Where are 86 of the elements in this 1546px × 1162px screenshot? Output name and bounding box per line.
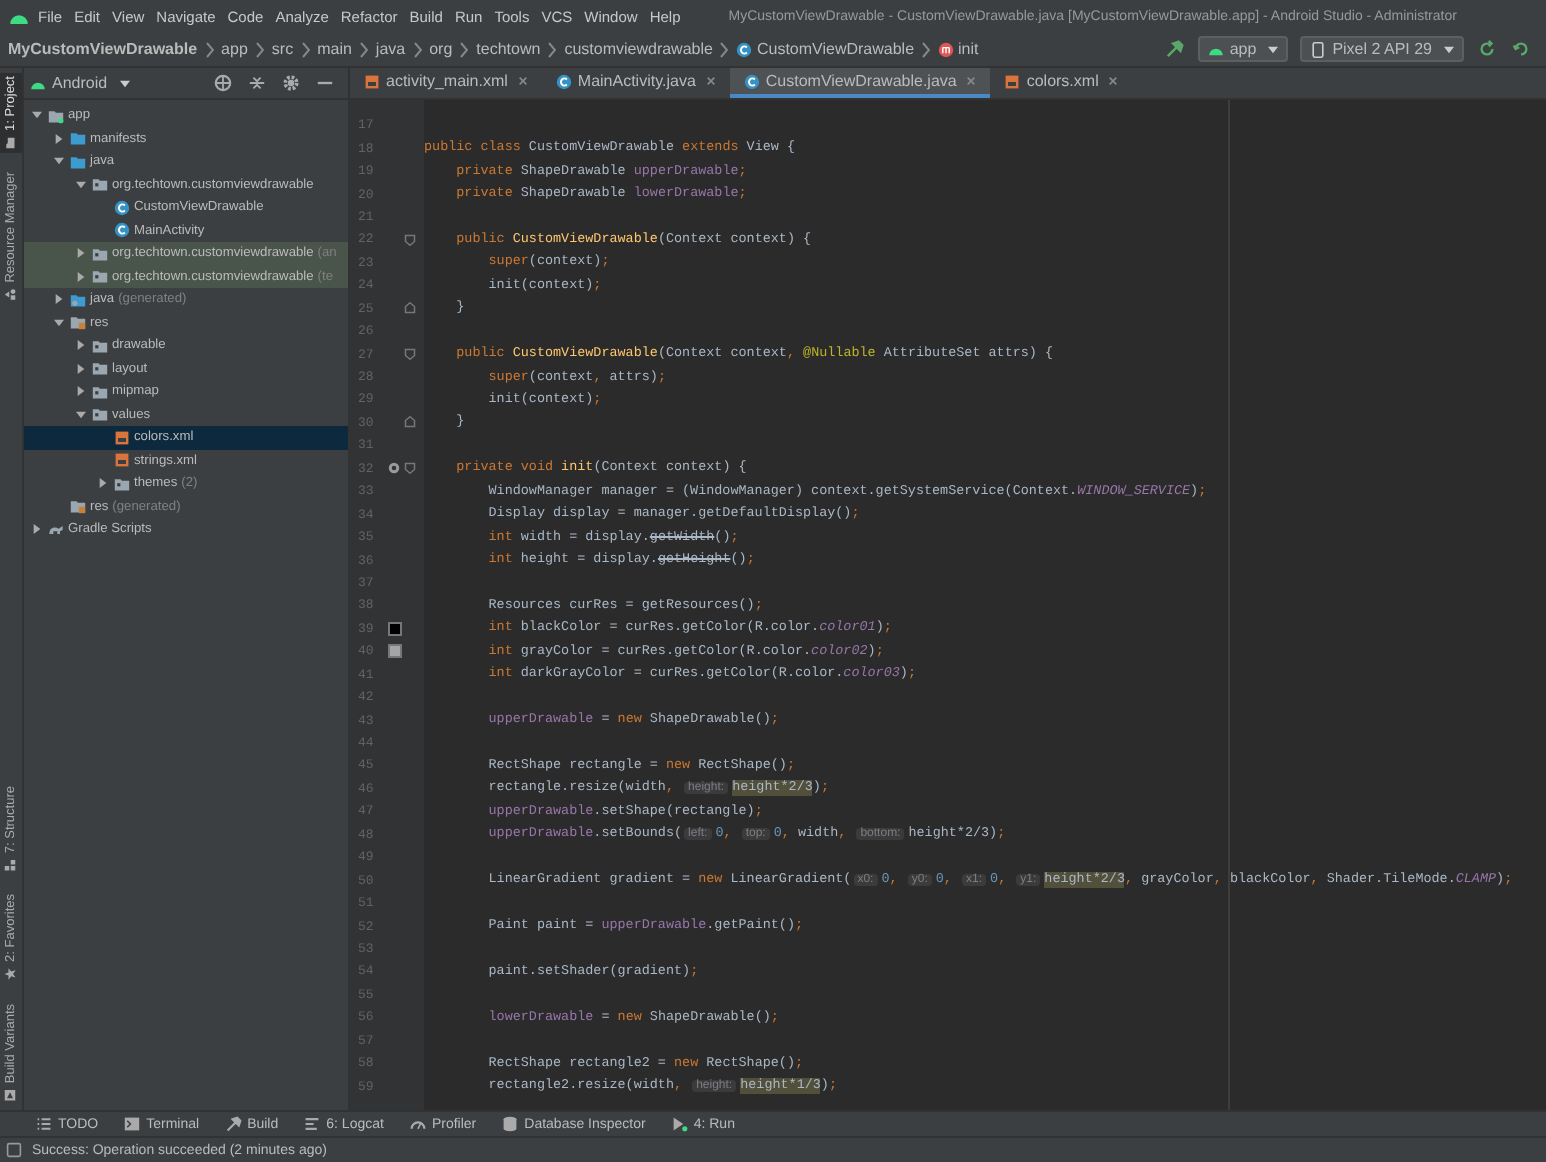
expand-arrow-icon[interactable] bbox=[32, 110, 42, 121]
caret-icon bbox=[1444, 45, 1454, 53]
shapes-icon bbox=[5, 289, 17, 302]
terminal-icon bbox=[124, 1116, 141, 1132]
star-icon bbox=[5, 968, 17, 981]
chevron-icon bbox=[301, 41, 310, 57]
expand-arrow-icon[interactable] bbox=[98, 478, 108, 489]
xml-file-icon bbox=[1004, 73, 1021, 89]
chevron-icon bbox=[922, 41, 931, 57]
close-icon[interactable] bbox=[517, 76, 528, 86]
close-icon[interactable] bbox=[705, 76, 716, 86]
build-variants-icon bbox=[5, 1090, 17, 1102]
color-swatch[interactable] bbox=[387, 621, 401, 636]
gradle-icon bbox=[48, 521, 64, 538]
fold-icon[interactable] bbox=[404, 348, 416, 361]
editor-tab[interactable]: MainActivity.java bbox=[541, 68, 730, 98]
hammer-icon bbox=[225, 1116, 242, 1132]
breadcrumb[interactable]: main bbox=[317, 40, 352, 58]
android-logo-icon bbox=[8, 9, 30, 23]
editor-tab[interactable]: CustomViewDrawable.java bbox=[729, 68, 991, 98]
expand-arrow-icon[interactable] bbox=[54, 133, 64, 144]
breadcrumb[interactable]: java bbox=[375, 40, 406, 58]
apply-changes-icon[interactable] bbox=[1512, 40, 1530, 58]
hammer-icon[interactable] bbox=[1165, 40, 1184, 58]
fold-end-icon[interactable] bbox=[404, 416, 416, 429]
xml-file-icon bbox=[364, 73, 380, 89]
class-icon bbox=[743, 73, 760, 89]
class-icon bbox=[114, 199, 130, 216]
structure-icon bbox=[5, 858, 17, 871]
color-swatch[interactable] bbox=[387, 644, 401, 659]
caret-icon bbox=[1268, 45, 1279, 53]
expand-arrow-icon[interactable] bbox=[76, 271, 86, 282]
gauge-icon bbox=[409, 1116, 426, 1132]
run-config-dropdown[interactable]: app bbox=[1197, 36, 1289, 62]
breadcrumb[interactable]: init bbox=[938, 40, 979, 58]
expand-arrow-icon[interactable] bbox=[76, 409, 86, 420]
settings-icon[interactable] bbox=[282, 74, 300, 92]
expand-arrow-icon[interactable] bbox=[54, 317, 64, 328]
expand-arrow-icon[interactable] bbox=[76, 179, 86, 190]
chevron-icon bbox=[359, 41, 368, 57]
refresh-icon[interactable] bbox=[1478, 40, 1496, 58]
xml-file-icon bbox=[114, 452, 130, 469]
breadcrumb[interactable]: app bbox=[221, 40, 248, 58]
expand-arrow-icon[interactable] bbox=[54, 294, 64, 305]
expand-arrow-icon[interactable] bbox=[76, 386, 86, 397]
breadcrumb[interactable]: MyCustomViewDrawable bbox=[8, 40, 198, 58]
expand-arrow-icon[interactable] bbox=[76, 340, 86, 351]
database-icon bbox=[502, 1116, 519, 1132]
project-view-dropdown[interactable]: Android bbox=[30, 74, 130, 92]
chevron-icon bbox=[720, 41, 729, 57]
breadcrumb[interactable]: customviewdrawable bbox=[564, 40, 713, 58]
caret-icon bbox=[119, 79, 130, 87]
device-dropdown[interactable]: Pixel 2 API 29 bbox=[1300, 36, 1464, 62]
editor-tab[interactable]: activity_main.xml bbox=[350, 68, 542, 98]
list-icon bbox=[36, 1116, 52, 1132]
chevron-icon bbox=[255, 41, 264, 57]
fold-end-icon[interactable] bbox=[404, 302, 416, 315]
play-icon bbox=[671, 1116, 688, 1132]
class-icon bbox=[736, 41, 753, 57]
phone-icon bbox=[1310, 41, 1327, 57]
breadcrumb[interactable]: src bbox=[271, 40, 294, 58]
expand-arrow-icon[interactable] bbox=[76, 363, 86, 374]
chevron-icon bbox=[205, 41, 214, 57]
log-icon bbox=[304, 1116, 321, 1132]
class-icon bbox=[114, 222, 130, 239]
close-icon[interactable] bbox=[1108, 76, 1119, 86]
status-icon[interactable] bbox=[6, 1142, 22, 1158]
breadcrumb[interactable]: org bbox=[429, 40, 453, 58]
chevron-icon bbox=[460, 41, 469, 57]
expand-arrow-icon[interactable] bbox=[54, 156, 64, 167]
module-folder-icon bbox=[48, 107, 64, 124]
fold-icon[interactable] bbox=[404, 462, 416, 475]
override-icon[interactable] bbox=[388, 462, 400, 475]
editor-tab[interactable]: colors.xml bbox=[990, 68, 1133, 98]
method-icon bbox=[938, 41, 955, 57]
expand-arrow-icon[interactable] bbox=[32, 524, 42, 535]
chevron-icon bbox=[548, 41, 557, 57]
fold-icon[interactable] bbox=[404, 233, 416, 246]
chevron-icon bbox=[413, 41, 422, 57]
expand-arrow-icon[interactable] bbox=[76, 248, 86, 259]
breadcrumb[interactable]: CustomViewDrawable bbox=[736, 40, 915, 58]
xml-file-icon bbox=[114, 429, 130, 446]
breadcrumb[interactable]: techtown bbox=[476, 40, 541, 58]
target-icon[interactable] bbox=[214, 74, 232, 92]
class-icon bbox=[555, 73, 572, 89]
collapse-icon[interactable] bbox=[248, 74, 266, 92]
